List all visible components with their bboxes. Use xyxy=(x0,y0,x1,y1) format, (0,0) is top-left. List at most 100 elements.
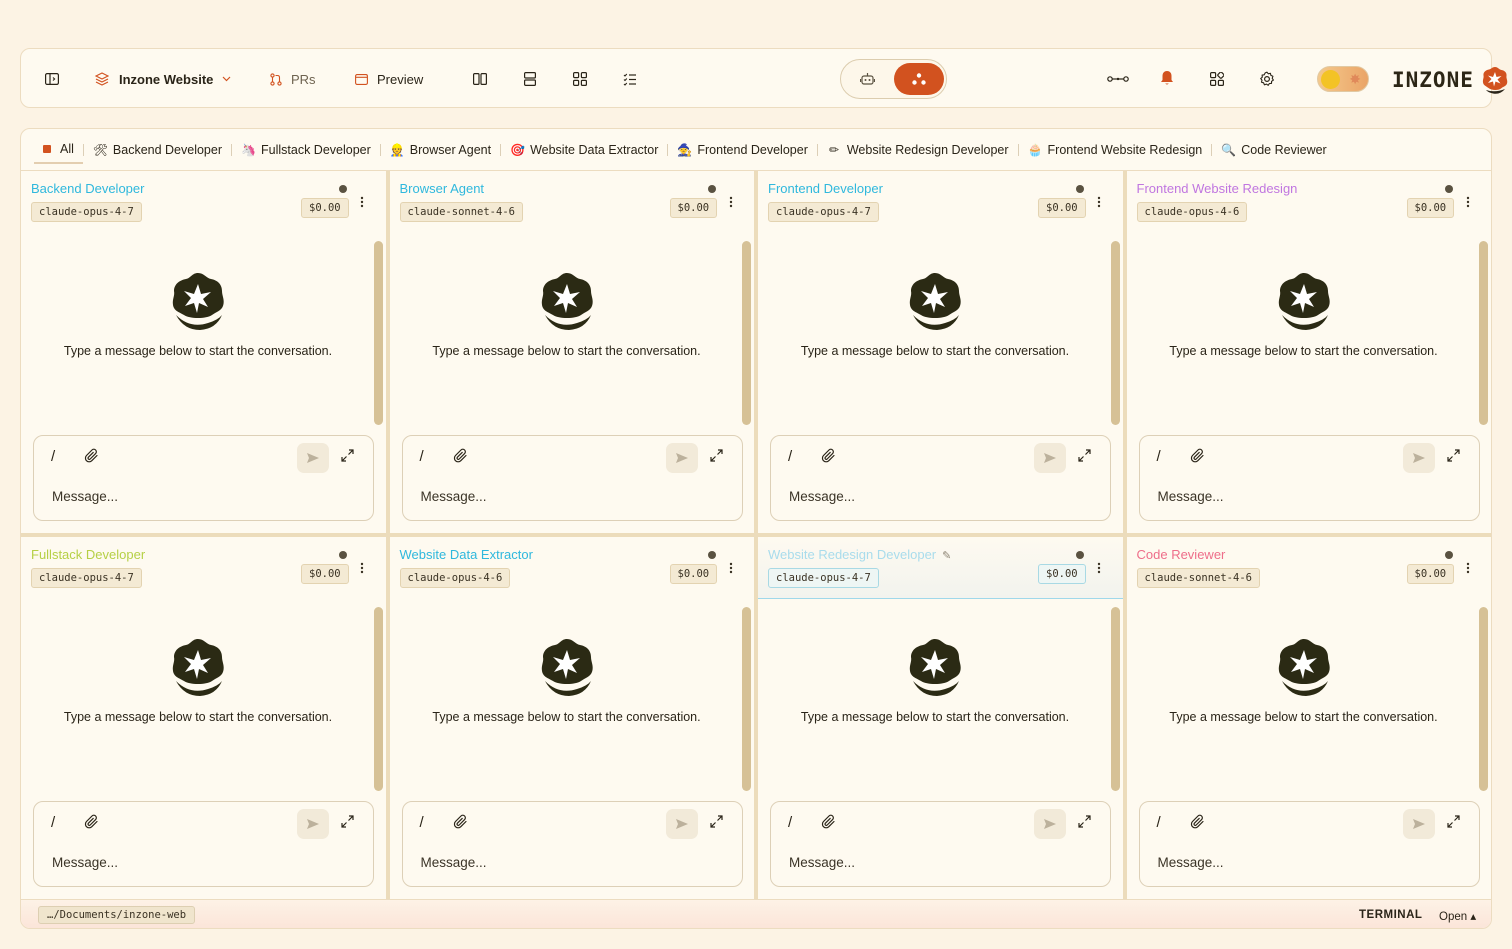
send-button[interactable] xyxy=(297,809,329,839)
tab-backend-developer[interactable]: 🛠 Backend Developer xyxy=(84,136,231,164)
message-composer[interactable]: / Message... xyxy=(770,435,1111,521)
more-options-button[interactable] xyxy=(1463,560,1473,576)
message-input[interactable]: Message... xyxy=(52,855,118,870)
open-terminal-button[interactable]: Open ▴ xyxy=(1439,909,1476,923)
agent-title[interactable]: Frontend Website Redesign xyxy=(1137,181,1298,196)
attach-button[interactable] xyxy=(84,448,100,469)
attach-button[interactable] xyxy=(1190,448,1206,469)
notifications-button[interactable] xyxy=(1157,68,1177,88)
slash-command-button[interactable]: / xyxy=(788,814,792,831)
message-composer[interactable]: / Message... xyxy=(33,801,374,887)
model-badge[interactable]: claude-opus-4-7 xyxy=(768,568,879,588)
tab-all[interactable]: All xyxy=(34,136,83,164)
expand-button[interactable] xyxy=(1078,449,1091,467)
apps-button[interactable] xyxy=(1207,69,1227,89)
expand-button[interactable] xyxy=(1446,815,1460,833)
more-options-button[interactable] xyxy=(726,194,736,210)
tab-website-data-extractor[interactable]: 🎯 Website Data Extractor xyxy=(501,136,667,164)
model-badge[interactable]: claude-opus-4-7 xyxy=(31,568,142,588)
expand-button[interactable] xyxy=(1078,815,1091,833)
agent-title[interactable]: Code Reviewer xyxy=(1137,547,1226,562)
model-badge[interactable]: claude-sonnet-4-6 xyxy=(399,202,523,222)
message-input[interactable]: Message... xyxy=(421,855,487,870)
agent-title[interactable]: Frontend Developer xyxy=(768,181,883,196)
expand-button[interactable] xyxy=(1446,449,1460,467)
send-button[interactable] xyxy=(1034,443,1066,473)
agent-title[interactable]: Website Data Extractor xyxy=(400,547,533,562)
agent-title[interactable]: Backend Developer xyxy=(31,181,144,196)
tab-code-reviewer[interactable]: 🔍 Code Reviewer xyxy=(1212,136,1335,164)
scrollbar[interactable] xyxy=(1110,607,1120,791)
connections-button[interactable] xyxy=(1105,69,1131,89)
message-composer[interactable]: / Message... xyxy=(401,435,743,521)
more-options-button[interactable] xyxy=(357,194,367,210)
slash-command-button[interactable]: / xyxy=(420,448,424,465)
message-input[interactable]: Message... xyxy=(52,489,118,504)
message-input[interactable]: Message... xyxy=(1158,489,1224,504)
message-input[interactable]: Message... xyxy=(789,855,855,870)
slash-command-button[interactable]: / xyxy=(788,448,792,465)
scrollbar[interactable] xyxy=(1479,241,1488,425)
attach-button[interactable] xyxy=(453,448,469,469)
message-input[interactable]: Message... xyxy=(789,489,855,504)
expand-button[interactable] xyxy=(709,815,723,833)
slash-command-button[interactable]: / xyxy=(1157,448,1161,465)
message-composer[interactable]: / Message... xyxy=(401,801,743,887)
message-composer[interactable]: / Message... xyxy=(1138,801,1480,887)
layout-columns-button[interactable] xyxy=(470,69,490,89)
message-composer[interactable]: / Message... xyxy=(770,801,1111,887)
more-options-button[interactable] xyxy=(357,560,367,576)
pencil-icon[interactable]: ✎ xyxy=(942,550,951,562)
more-options-button[interactable] xyxy=(1463,194,1473,210)
send-button[interactable] xyxy=(1402,443,1435,473)
scrollbar[interactable] xyxy=(373,607,383,791)
theme-toggle[interactable]: ✸ xyxy=(1317,66,1369,92)
layout-grid-button[interactable] xyxy=(570,69,590,89)
expand-button[interactable] xyxy=(341,449,354,467)
tab-frontend-developer[interactable]: 🧙 Frontend Developer xyxy=(668,136,816,164)
send-button[interactable] xyxy=(1034,809,1066,839)
scrollbar[interactable] xyxy=(373,241,383,425)
scrollbar[interactable] xyxy=(1110,241,1120,425)
slash-command-button[interactable]: / xyxy=(51,814,55,831)
scrollbar[interactable] xyxy=(1479,607,1488,791)
attach-button[interactable] xyxy=(1190,814,1206,835)
tab-fullstack-developer[interactable]: 🦄 Fullstack Developer xyxy=(232,136,380,164)
scrollbar[interactable] xyxy=(742,607,751,791)
model-badge[interactable]: claude-opus-4-7 xyxy=(31,202,142,222)
toggle-sidebar-button[interactable] xyxy=(42,69,62,89)
more-options-button[interactable] xyxy=(726,560,736,576)
slash-command-button[interactable]: / xyxy=(420,814,424,831)
preview-button[interactable]: Preview xyxy=(355,67,423,91)
task-list-button[interactable] xyxy=(620,69,640,89)
tab-website-redesign-developer[interactable]: ✏ Website Redesign Developer xyxy=(818,136,1018,164)
expand-button[interactable] xyxy=(709,449,723,467)
scrollbar[interactable] xyxy=(742,241,751,425)
send-button[interactable] xyxy=(665,809,698,839)
model-badge[interactable]: claude-opus-4-6 xyxy=(399,568,511,588)
attach-button[interactable] xyxy=(453,814,469,835)
multi-agent-mode-button[interactable] xyxy=(894,63,944,95)
project-selector[interactable]: Inzone Website xyxy=(95,67,231,91)
tab-frontend-website-redesign[interactable]: 🧁 Frontend Website Redesign xyxy=(1019,136,1212,164)
send-button[interactable] xyxy=(665,443,698,473)
send-button[interactable] xyxy=(297,443,329,473)
layout-rows-button[interactable] xyxy=(520,69,540,89)
single-agent-mode-button[interactable] xyxy=(847,64,887,94)
attach-button[interactable] xyxy=(84,814,100,835)
message-input[interactable]: Message... xyxy=(1158,855,1224,870)
agent-title[interactable]: Browser Agent xyxy=(400,181,485,196)
agent-title[interactable]: Fullstack Developer xyxy=(31,547,145,562)
message-composer[interactable]: / Message... xyxy=(1138,435,1480,521)
tab-browser-agent[interactable]: 👷 Browser Agent xyxy=(381,136,500,164)
more-options-button[interactable] xyxy=(1094,560,1104,576)
slash-command-button[interactable]: / xyxy=(51,448,55,465)
model-badge[interactable]: claude-opus-4-7 xyxy=(768,202,879,222)
message-input[interactable]: Message... xyxy=(421,489,487,504)
agent-title[interactable]: Website Redesign Developer ✎ xyxy=(768,547,951,562)
send-button[interactable] xyxy=(1402,809,1435,839)
message-composer[interactable]: / Message... xyxy=(33,435,374,521)
settings-button[interactable] xyxy=(1257,69,1277,89)
more-options-button[interactable] xyxy=(1094,194,1104,210)
slash-command-button[interactable]: / xyxy=(1157,814,1161,831)
